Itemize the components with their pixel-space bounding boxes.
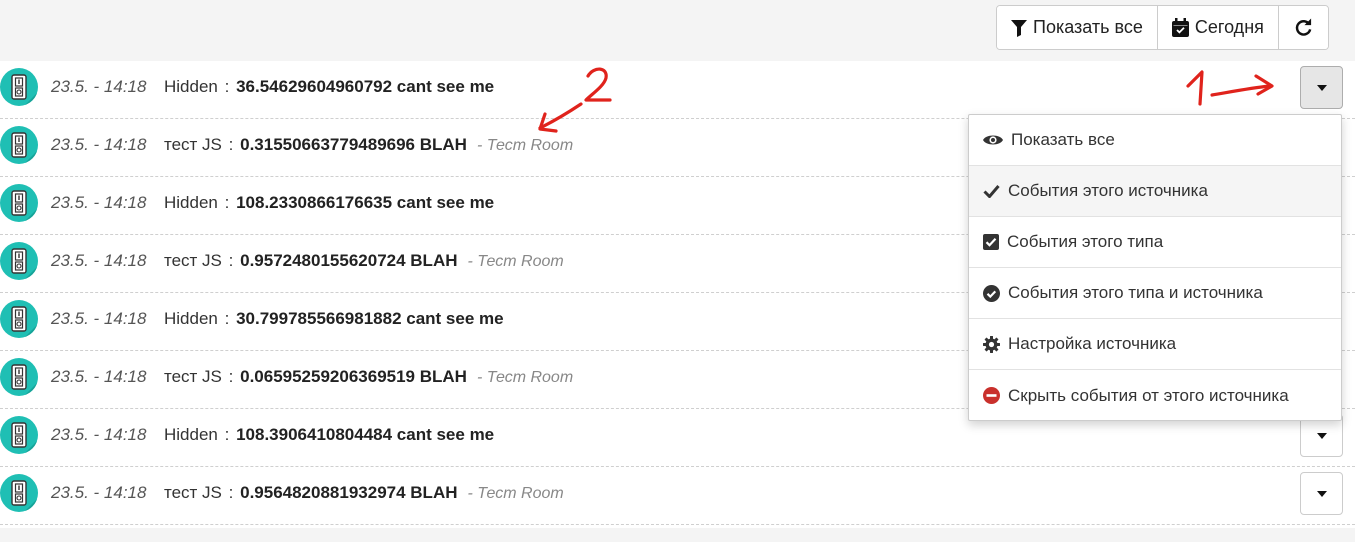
event-value: 30.799785566981882 cant see me	[236, 309, 504, 328]
check-square-icon	[983, 234, 999, 250]
menu-item-label: События этого типа и источника	[1008, 283, 1263, 302]
separator: :	[228, 483, 234, 502]
show-all-label: Показать все	[1033, 17, 1143, 37]
event-text: тест JS : 0.06595259206369519 BLAH - Тест…	[164, 367, 573, 387]
device-avatar-icon	[0, 416, 38, 454]
menu-item-label: Настройка источника	[1008, 334, 1177, 353]
event-source: тест JS	[164, 483, 222, 502]
event-source: тест JS	[164, 251, 222, 270]
row-menu-button[interactable]	[1300, 472, 1343, 515]
event-text: тест JS : 0.31550663779489696 BLAH - Тест…	[164, 135, 573, 155]
event-text: тест JS : 0.9572480155620724 BLAH - Тест …	[164, 251, 564, 271]
separator: :	[228, 367, 234, 386]
event-time: 23.5. - 14:18	[51, 251, 147, 270]
event-time: 23.5. - 14:18	[51, 77, 147, 96]
event-source: тест JS	[164, 135, 222, 154]
event-room: - Тест Room	[476, 369, 574, 386]
event-source: Hidden	[164, 77, 218, 96]
today-label: Сегодня	[1194, 17, 1264, 37]
device-avatar-icon	[0, 358, 38, 396]
event-value: 0.9572480155620724 BLAH	[240, 251, 458, 270]
event-source: тест JS	[164, 367, 222, 386]
event-time: 23.5. - 14:18	[51, 135, 147, 154]
event-value: 36.54629604960792 cant see me	[236, 77, 495, 96]
separator: :	[224, 77, 230, 96]
separator: :	[224, 425, 230, 444]
device-avatar-icon	[0, 242, 38, 280]
device-avatar-icon	[0, 184, 38, 222]
separator: :	[224, 193, 230, 212]
check-icon	[983, 185, 1000, 198]
menu-item-source-settings[interactable]: Настройка источника	[969, 319, 1341, 370]
event-source: Hidden	[164, 193, 218, 212]
caret-down-icon	[1316, 84, 1327, 91]
today-button[interactable]: Сегодня	[1157, 6, 1279, 49]
event-row: 23.5. - 14:18 Hidden : 36.54629604960792…	[0, 61, 1355, 119]
menu-item-label: События этого источника	[1008, 181, 1208, 200]
caret-down-icon	[1316, 432, 1327, 439]
menu-item-label: События этого типа	[1007, 232, 1164, 251]
calendar-icon	[1171, 18, 1189, 37]
event-text: Hidden : 108.2330866176635 cant see me	[164, 193, 494, 213]
toolbar: Показать все Сегодня	[996, 5, 1329, 50]
event-source: Hidden	[164, 425, 218, 444]
menu-item-label: Показать все	[1011, 130, 1115, 149]
event-value: 0.31550663779489696 BLAH	[240, 135, 467, 154]
device-avatar-icon	[0, 68, 38, 106]
event-time: 23.5. - 14:18	[51, 425, 147, 444]
separator: :	[228, 135, 234, 154]
minus-circle-icon	[983, 387, 1000, 404]
gear-icon	[983, 335, 1000, 353]
event-time: 23.5. - 14:18	[51, 367, 147, 386]
event-row: 23.5. - 14:18 тест JS : 0.95648208819329…	[0, 467, 1355, 525]
eye-icon	[983, 135, 1003, 145]
separator: :	[228, 251, 234, 270]
event-room: - Тест Room	[467, 253, 564, 270]
event-time: 23.5. - 14:18	[51, 309, 147, 328]
event-dropdown-menu: Показать все События этого источника Соб…	[968, 114, 1342, 421]
menu-item-label: Скрыть события от этого источника	[1008, 385, 1289, 405]
device-avatar-icon	[0, 300, 38, 338]
menu-item-type-events[interactable]: События этого типа	[969, 217, 1341, 268]
row-menu-button[interactable]	[1300, 66, 1343, 109]
refresh-icon	[1295, 18, 1312, 36]
show-all-button[interactable]: Показать все	[997, 6, 1158, 49]
menu-item-hide-source-events[interactable]: Скрыть события от этого источника	[969, 370, 1341, 421]
event-value: 108.2330866176635 cant see me	[236, 193, 495, 212]
event-time: 23.5. - 14:18	[51, 483, 147, 502]
check-circle-icon	[983, 284, 1000, 302]
event-time: 23.5. - 14:18	[51, 193, 147, 212]
event-text: тест JS : 0.9564820881932974 BLAH - Тест …	[164, 483, 564, 503]
menu-item-type-and-source-events[interactable]: События этого типа и источника	[969, 268, 1341, 319]
refresh-button[interactable]	[1278, 6, 1328, 49]
event-room: - Тест Room	[467, 485, 564, 502]
event-room: - Тест Room	[476, 137, 574, 154]
filter-icon	[1011, 19, 1027, 37]
device-avatar-icon	[0, 126, 38, 164]
event-text: Hidden : 36.54629604960792 cant see me	[164, 77, 494, 97]
event-source: Hidden	[164, 309, 218, 328]
event-value: 108.3906410804484 cant see me	[236, 425, 495, 444]
event-value: 0.9564820881932974 BLAH	[240, 483, 458, 502]
event-text: Hidden : 108.3906410804484 cant see me	[164, 425, 494, 445]
separator: :	[224, 309, 230, 328]
event-value: 0.06595259206369519 BLAH	[240, 367, 467, 386]
device-avatar-icon	[0, 474, 38, 512]
caret-down-icon	[1316, 490, 1327, 497]
menu-item-source-events[interactable]: События этого источника	[969, 166, 1341, 217]
menu-item-show-all[interactable]: Показать все	[969, 115, 1341, 166]
event-text: Hidden : 30.799785566981882 cant see me	[164, 309, 504, 329]
